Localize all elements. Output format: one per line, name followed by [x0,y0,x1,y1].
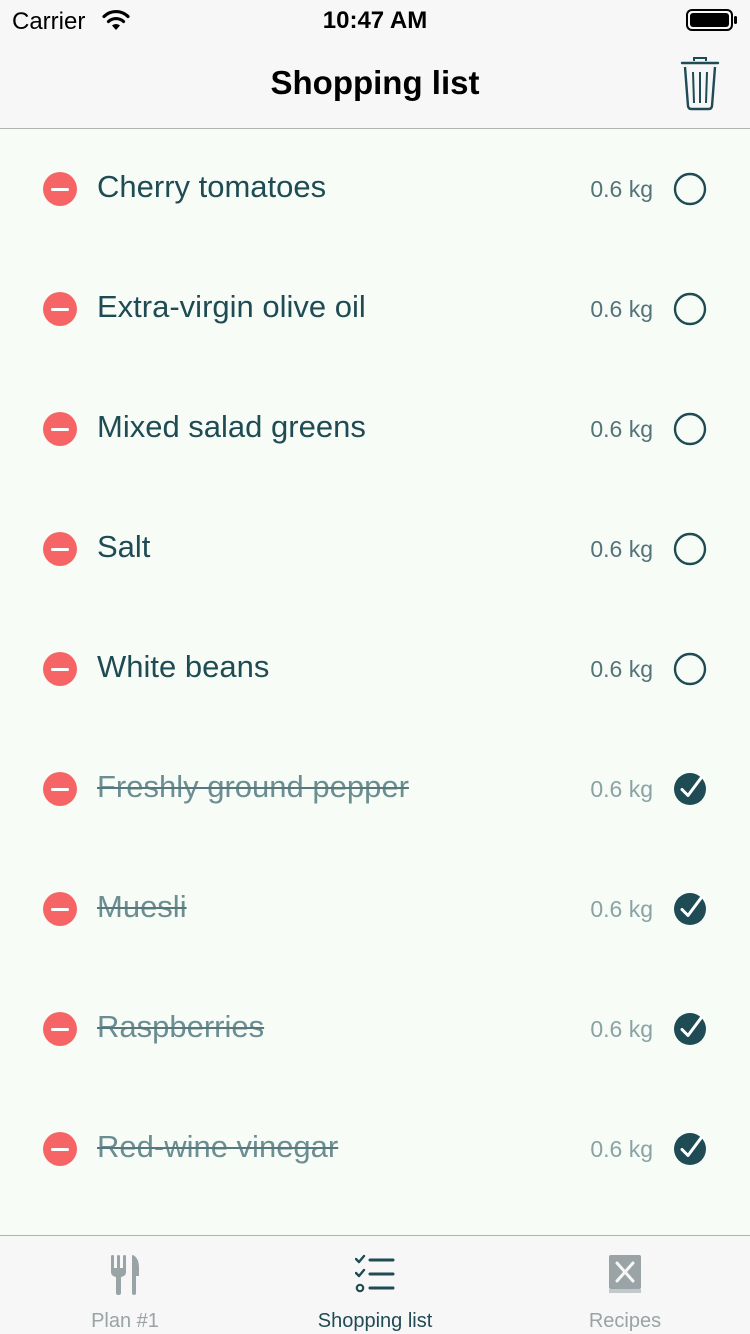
item-quantity: 0.6 kg [590,776,653,802]
checked-circle-icon[interactable] [673,892,707,926]
tab-bar: Plan #1 Shopping list Recipes [0,1235,750,1334]
item-name: Mixed salad greens [97,409,366,444]
list-item[interactable]: Extra-virgin olive oil 0.6 kg [0,249,750,369]
tab-shopping-list[interactable]: Shopping list [250,1236,500,1334]
delete-item-button[interactable] [43,1132,77,1166]
checked-circle-icon[interactable] [673,1012,707,1046]
delete-item-button[interactable] [43,772,77,806]
delete-item-button[interactable] [43,532,77,566]
item-name: Red-wine vinegar [97,1129,339,1164]
trash-icon [680,57,720,111]
tab-label: Plan #1 [91,1310,159,1332]
checked-circle-icon[interactable] [673,772,707,806]
list-item[interactable]: Freshly ground pepper 0.6 kg [0,729,750,849]
delete-item-button[interactable] [43,1012,77,1046]
item-name: Freshly ground pepper [97,769,409,804]
item-name: Cherry tomatoes [97,169,327,204]
status-bar: Carrier 10:47 AM [0,0,750,40]
shopping-list: Cherry tomatoes 0.6 kg Extra-virgin oliv… [0,129,750,1209]
tab-label: Shopping list [317,1310,433,1332]
list-item[interactable]: Muesli 0.6 kg [0,849,750,969]
delete-item-button[interactable] [43,292,77,326]
fork-knife-icon [111,1255,139,1295]
checked-circle-icon[interactable] [673,1132,707,1166]
recipe-book-icon [609,1255,641,1293]
list-item[interactable]: Cherry tomatoes 0.6 kg [0,129,750,249]
unchecked-circle-icon[interactable] [673,532,707,566]
list-item[interactable]: Mixed salad greens 0.6 kg [0,369,750,489]
unchecked-circle-icon[interactable] [673,292,707,326]
item-quantity: 0.6 kg [590,416,653,442]
list-item[interactable]: Red-wine vinegar 0.6 kg [0,1089,750,1209]
tab-plan[interactable]: Plan #1 [0,1236,250,1334]
battery-icon [686,9,737,31]
list-item[interactable]: White beans 0.6 kg [0,609,750,729]
item-name: Raspberries [97,1009,265,1044]
item-quantity: 0.6 kg [590,536,653,562]
unchecked-circle-icon[interactable] [673,652,707,686]
delete-item-button[interactable] [43,892,77,926]
item-name: Muesli [97,889,187,924]
delete-item-button[interactable] [43,412,77,446]
tab-recipes[interactable]: Recipes [500,1236,750,1334]
clear-list-button[interactable] [680,56,720,112]
item-quantity: 0.6 kg [590,1136,653,1162]
list-item[interactable]: Salt 0.6 kg [0,489,750,609]
clock: 10:47 AM [322,7,428,34]
list-item[interactable]: Raspberries 0.6 kg [0,969,750,1089]
unchecked-circle-icon[interactable] [673,172,707,206]
checklist-icon [355,1254,395,1293]
item-name: White beans [97,649,270,684]
delete-item-button[interactable] [43,172,77,206]
page-title: Shopping list [270,64,480,101]
item-quantity: 0.6 kg [590,656,653,682]
item-name: Salt [97,529,151,564]
item-name: Extra-virgin olive oil [97,289,366,324]
item-quantity: 0.6 kg [590,296,653,322]
item-quantity: 0.6 kg [590,176,653,202]
item-quantity: 0.6 kg [590,1016,653,1042]
tab-label: Recipes [588,1310,662,1332]
delete-item-button[interactable] [43,652,77,686]
navigation-bar: Shopping list [0,40,750,129]
unchecked-circle-icon[interactable] [673,412,707,446]
item-quantity: 0.6 kg [590,896,653,922]
